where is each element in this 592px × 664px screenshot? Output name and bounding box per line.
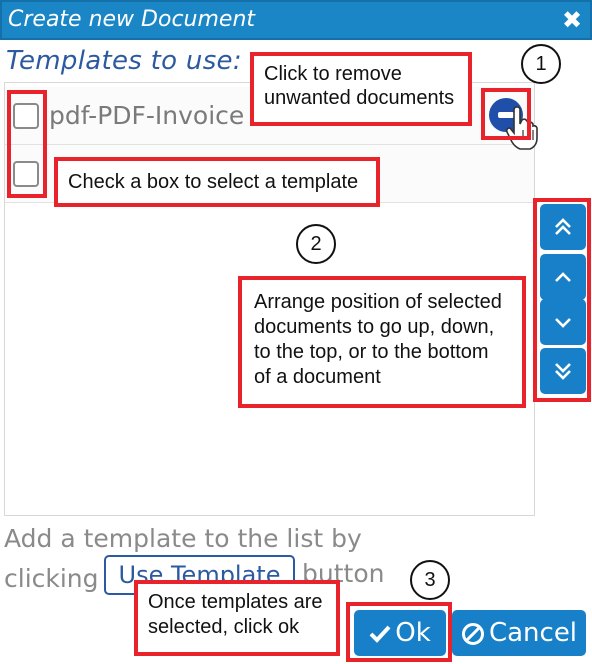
chevron-up-icon	[555, 272, 571, 282]
step-3-badge: 3	[410, 560, 450, 600]
dialog-titlebar: Create new Document ✖	[0, 0, 592, 40]
check-icon	[369, 625, 391, 643]
ok-button[interactable]: Ok	[354, 610, 446, 656]
chevron-down-icon	[555, 318, 571, 328]
move-bottom-button[interactable]	[540, 348, 586, 394]
close-icon[interactable]: ✖	[560, 7, 584, 33]
move-down-button[interactable]	[540, 299, 586, 345]
template-checkbox[interactable]	[13, 103, 39, 129]
remove-note: Click to remove unwanted documents	[250, 52, 472, 126]
template-name: pdf-PDF-Invoice	[49, 101, 245, 130]
template-checkbox[interactable]	[13, 161, 39, 187]
double-chevron-down-icon	[555, 363, 571, 380]
arrange-note: Arrange position of selected documents t…	[238, 276, 526, 408]
dialog-title: Create new Document	[8, 7, 256, 32]
move-up-button[interactable]	[540, 254, 586, 300]
step-1-badge: 1	[521, 44, 561, 84]
double-chevron-up-icon	[555, 218, 571, 235]
ok-label: Ok	[395, 618, 431, 648]
move-top-button[interactable]	[540, 204, 586, 250]
hand-cursor-icon	[506, 106, 538, 150]
checkbox-note: Check a box to select a template	[54, 157, 380, 207]
helper-line1: Add a template to the list by	[4, 524, 362, 553]
templates-label: Templates to use:	[6, 46, 242, 76]
cancel-button[interactable]: Cancel	[452, 610, 586, 656]
step-2-badge: 2	[296, 224, 336, 264]
ok-note: Once templates are selected, click ok	[134, 580, 340, 656]
cancel-label: Cancel	[488, 618, 578, 648]
ban-icon	[461, 622, 484, 645]
